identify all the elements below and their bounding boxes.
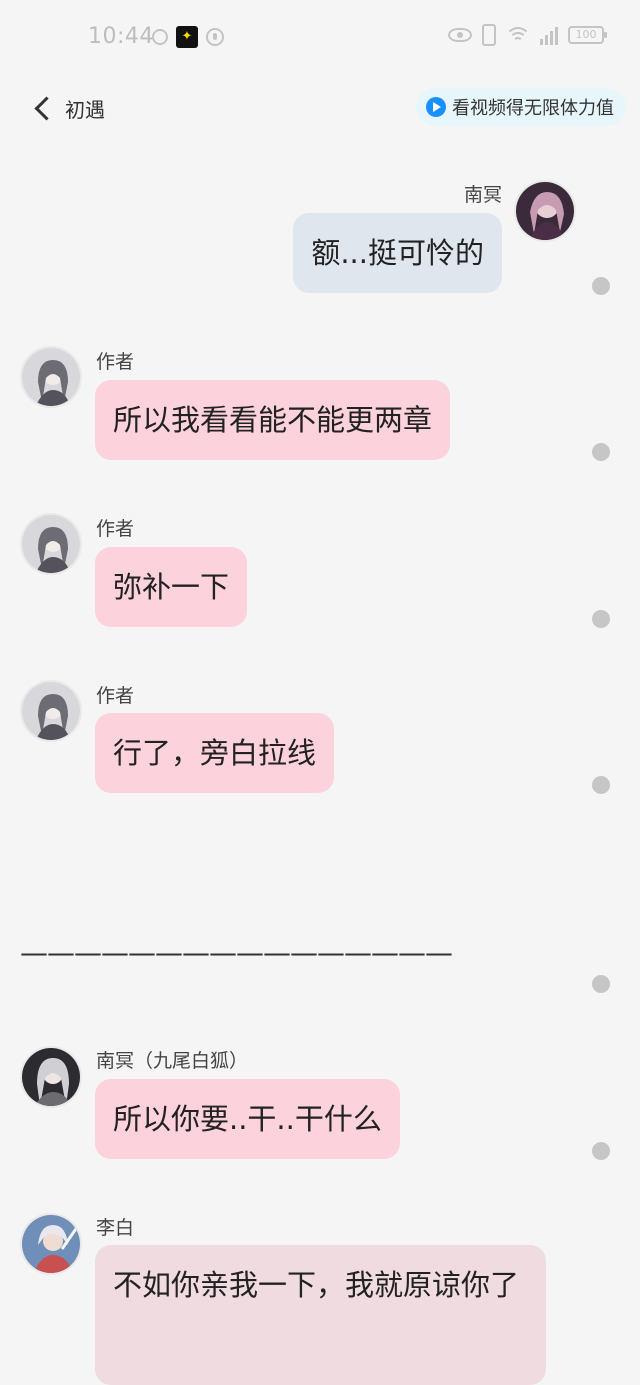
message-bubble[interactable]: 行了，旁白拉线: [95, 713, 335, 793]
message-status-dot: [592, 277, 610, 295]
avatar-image: [22, 682, 80, 740]
avatar-image: [22, 1048, 80, 1106]
status-right-icons: 100: [448, 24, 607, 46]
microphone-icon: [206, 28, 224, 46]
status-time: 10:44: [88, 24, 154, 49]
alarm-icon: [152, 29, 168, 45]
avatar[interactable]: [20, 513, 82, 575]
avatar-image: [22, 348, 80, 406]
message-status-dot: [592, 443, 610, 461]
message-sender: 南冥: [463, 184, 502, 206]
avatar[interactable]: [20, 1213, 82, 1275]
message-bubble[interactable]: 所以你要..干..干什么: [95, 1079, 400, 1159]
message-bubble[interactable]: 弥补一下: [95, 547, 248, 627]
avatar-image: [22, 515, 80, 573]
message-bubble[interactable]: 不如你亲我一下，我就原谅你了: [95, 1245, 546, 1385]
chat-title: 初遇: [65, 97, 105, 122]
play-icon: [426, 97, 446, 117]
message-bubble[interactable]: 所以我看看能不能更两章: [95, 380, 451, 460]
avatar[interactable]: [20, 680, 82, 742]
app-notification-icon: ✦: [176, 26, 198, 48]
message-bubble[interactable]: 额...挺可怜的: [293, 213, 502, 293]
status-bar: 10:44 ✦ 100: [0, 0, 640, 72]
message-sender: 作者: [96, 518, 135, 540]
signal-icon: [540, 25, 558, 45]
vibrate-icon: [482, 24, 496, 46]
avatar[interactable]: [20, 1046, 82, 1108]
video-reward-label: 看视频得无限体力值: [452, 98, 614, 119]
avatar-image: [22, 1215, 80, 1273]
message-status-dot: [592, 975, 610, 993]
message-status-dot: [592, 1142, 610, 1160]
wifi-icon: [505, 25, 531, 45]
narration-divider: ————————————————: [20, 936, 453, 969]
message-sender: 作者: [96, 685, 135, 707]
battery-icon: 100: [568, 26, 607, 44]
chat-header: 初遇 看视频得无限体力值: [0, 80, 640, 136]
message-sender: 南冥（九尾白狐）: [96, 1050, 249, 1072]
back-button[interactable]: 初遇: [30, 90, 105, 126]
avatar[interactable]: [514, 180, 576, 242]
watch-video-reward-button[interactable]: 看视频得无限体力值: [416, 88, 626, 126]
eye-icon: [448, 28, 472, 42]
message-sender: 李白: [96, 1217, 135, 1239]
message-status-dot: [592, 776, 610, 794]
chevron-left-icon: [34, 95, 59, 121]
message-status-dot: [592, 610, 610, 628]
status-left-icons: ✦: [152, 26, 224, 48]
avatar-image: [516, 182, 574, 240]
avatar[interactable]: [20, 346, 82, 408]
message-sender: 作者: [96, 351, 135, 373]
